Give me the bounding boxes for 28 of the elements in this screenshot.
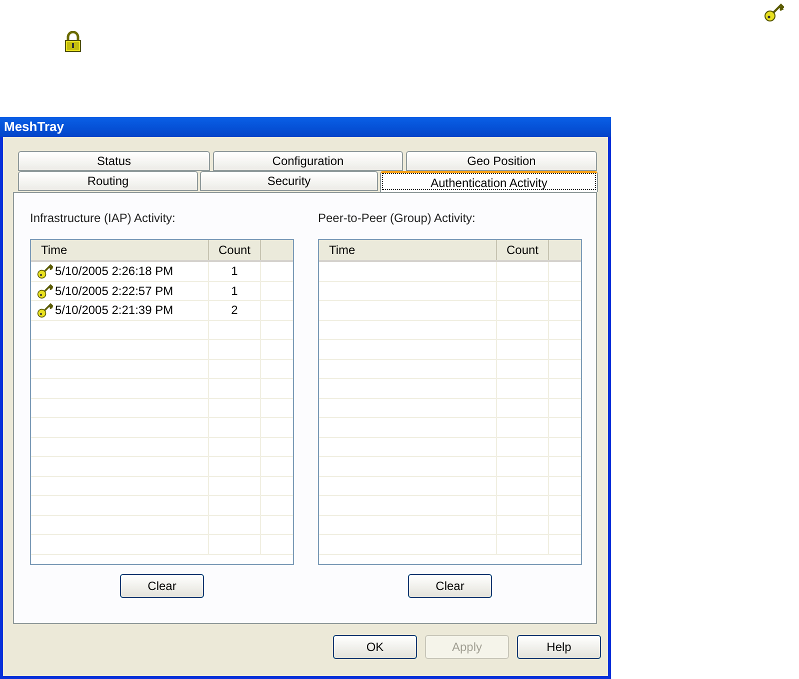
key-icon <box>764 2 784 22</box>
table-cell-text: 5/10/2005 2:26:18 PM <box>55 263 174 280</box>
tab[interactable]: Status <box>18 151 210 171</box>
list-label: Peer-to-Peer (Group) Activity: <box>318 210 476 227</box>
table-cell-text: 2 <box>231 302 238 320</box>
column-header[interactable]: Time <box>31 240 209 260</box>
key-icon <box>37 263 53 280</box>
table-cell-text: 5/10/2005 2:21:39 PM <box>55 302 174 320</box>
clear-button[interactable]: Clear <box>120 574 204 598</box>
column-header[interactable]: Count <box>497 240 549 260</box>
lock-icon <box>64 31 82 53</box>
table-cell-text: 1 <box>231 282 238 300</box>
key-icon <box>37 282 53 299</box>
dialog-button[interactable]: OK <box>333 635 417 659</box>
tab[interactable]: Routing <box>18 171 198 191</box>
key-icon <box>37 302 53 318</box>
list-label: Infrastructure (IAP) Activity: <box>30 210 176 227</box>
tab[interactable]: Geo Position <box>406 151 597 171</box>
tab[interactable]: Security <box>200 171 378 191</box>
column-header[interactable]: Time <box>319 240 497 260</box>
column-header[interactable]: Count <box>209 240 261 260</box>
table-cell-text: 5/10/2005 2:22:57 PM <box>55 282 174 300</box>
clear-button[interactable]: Clear <box>408 574 492 598</box>
tab[interactable]: Configuration <box>213 151 403 171</box>
table-cell-text: 1 <box>231 263 238 280</box>
window-title: MeshTray <box>4 118 64 136</box>
dialog-button[interactable]: Help <box>517 635 601 659</box>
tab[interactable]: Authentication Activity <box>380 171 598 192</box>
